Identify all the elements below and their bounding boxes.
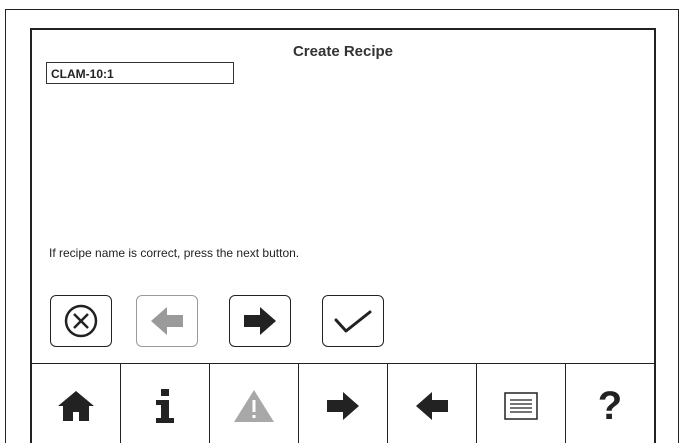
warning-icon xyxy=(234,390,274,422)
cancel-icon xyxy=(64,304,98,338)
toolbar-home-button[interactable] xyxy=(32,364,121,443)
home-icon xyxy=(58,391,94,421)
next-arrow-icon xyxy=(244,307,276,335)
info-icon xyxy=(156,389,174,423)
back-button[interactable] xyxy=(136,295,198,347)
list-icon xyxy=(504,392,538,420)
toolbar-forward-button[interactable] xyxy=(299,364,388,443)
toolbar-warning-button[interactable] xyxy=(210,364,299,443)
bottom-toolbar: ? xyxy=(32,363,654,443)
page-title: Create Recipe xyxy=(292,43,394,60)
next-button[interactable] xyxy=(229,295,291,347)
create-recipe-panel: Create Recipe CLAM-10:1 If recipe name i… xyxy=(30,28,656,443)
toolbar-back-button[interactable] xyxy=(388,364,477,443)
back-arrow-icon xyxy=(416,392,448,420)
toolbar-list-button[interactable] xyxy=(477,364,566,443)
toolbar-help-button[interactable]: ? xyxy=(566,364,654,443)
forward-arrow-icon xyxy=(327,392,359,420)
help-icon: ? xyxy=(597,384,623,428)
device-screen: Create Recipe CLAM-10:1 If recipe name i… xyxy=(5,9,679,443)
recipe-name-field[interactable]: CLAM-10:1 xyxy=(46,62,234,84)
instruction-text: If recipe name is correct, press the nex… xyxy=(49,246,300,260)
confirm-button[interactable] xyxy=(322,295,384,347)
checkmark-icon xyxy=(334,310,372,333)
back-arrow-icon xyxy=(151,307,183,335)
toolbar-info-button[interactable] xyxy=(121,364,210,443)
cancel-button[interactable] xyxy=(50,295,112,347)
